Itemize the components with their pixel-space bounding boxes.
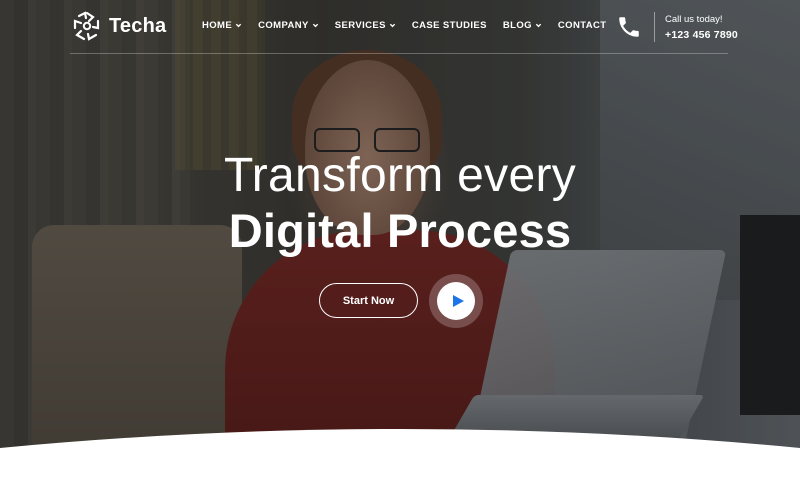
nav-item-label: COMPANY bbox=[258, 20, 309, 31]
nav-item-label: CASE STUDIES bbox=[411, 20, 487, 31]
main-nav: HOME COMPANY SERVICES CASE STUDIES BLOG … bbox=[202, 20, 606, 31]
play-button-circle bbox=[437, 282, 475, 320]
nav-item-blog[interactable]: BLOG bbox=[503, 20, 542, 31]
chevron-down-icon bbox=[389, 23, 396, 28]
bottom-curve-divider bbox=[0, 429, 800, 500]
nav-item-home[interactable]: HOME bbox=[202, 20, 242, 31]
chevron-down-icon bbox=[535, 23, 542, 28]
hero-section: Techa HOME COMPANY SERVICES CASE STUDIES… bbox=[0, 0, 800, 500]
nav-item-services[interactable]: SERVICES bbox=[335, 20, 396, 31]
logo[interactable]: Techa bbox=[71, 10, 166, 42]
nav-item-label: BLOG bbox=[502, 20, 532, 31]
hero-headline-line2: Digital Process bbox=[228, 204, 572, 257]
phone-icon bbox=[619, 17, 639, 37]
chevron-down-icon bbox=[235, 23, 242, 28]
call-divider bbox=[654, 12, 655, 42]
nav-item-label: SERVICES bbox=[334, 20, 386, 31]
nav-item-case-studies[interactable]: CASE STUDIES bbox=[412, 20, 487, 31]
play-icon bbox=[452, 295, 464, 307]
site-header: Techa HOME COMPANY SERVICES CASE STUDIES… bbox=[0, 0, 800, 54]
logo-icon bbox=[73, 11, 100, 41]
chevron-down-icon bbox=[312, 23, 318, 28]
nav-item-contact[interactable]: CONTACT bbox=[558, 20, 607, 31]
start-now-button[interactable]: Start Now bbox=[319, 283, 418, 318]
call-number[interactable]: +123 456 7890 bbox=[665, 29, 738, 41]
nav-item-company[interactable]: COMPANY bbox=[258, 20, 319, 31]
hero-headline-line1: Transform every bbox=[223, 149, 577, 202]
call-us-block[interactable]: Call us today! +123 456 7890 bbox=[616, 12, 738, 42]
play-video-button[interactable] bbox=[429, 274, 483, 328]
call-label: Call us today! bbox=[665, 13, 723, 25]
call-text: Call us today! +123 456 7890 bbox=[665, 14, 738, 41]
nav-item-label: HOME bbox=[202, 20, 233, 31]
brand-name: Techa bbox=[109, 14, 167, 37]
nav-item-label: CONTACT bbox=[557, 20, 607, 31]
header-divider bbox=[70, 53, 728, 54]
